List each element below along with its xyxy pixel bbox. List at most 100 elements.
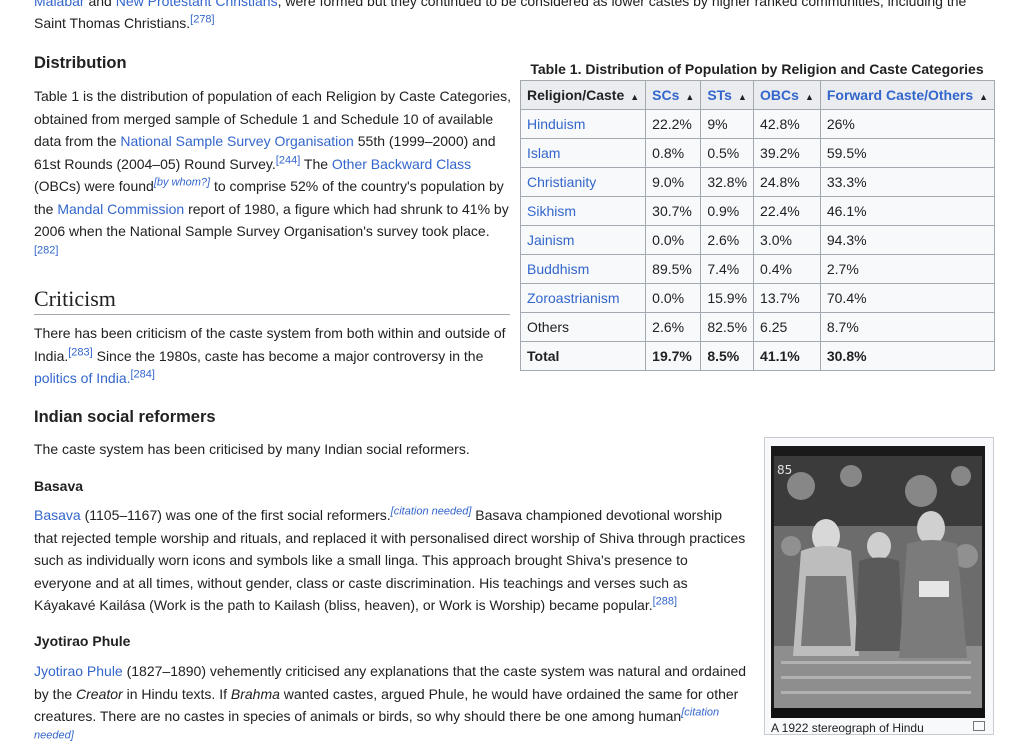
intro-continuation: Malabar and New Protestant Christians, w… [34,0,994,13]
ref-284[interactable]: [284] [131,368,155,380]
cell-sts: 82.5% [700,312,755,342]
cell-sts: 0.9% [700,196,755,226]
enlarge-icon[interactable] [973,721,985,731]
header-link-forward-caste[interactable]: Forward Caste/Others [827,87,973,103]
sort-arrows-icon[interactable]: ▲︎ [805,92,814,102]
total-label: Total [519,341,647,371]
sort-arrows-icon[interactable]: ▲︎ [738,92,747,102]
cell-obcs: 22.4% [753,196,821,226]
table-caption: Table 1. Distribution of Population by R… [530,61,984,77]
religion-link[interactable]: Christianity [527,174,596,190]
cell-forward: 30.8% [819,341,996,371]
heading-indian-social-reformers: Indian social reformers [34,408,216,426]
cell-scs: 0.8% [645,138,702,168]
link-new-protestant-christians[interactable]: New Protestant Christians [116,0,278,9]
column-header-obcs[interactable]: OBCs ▲︎ [753,80,821,110]
cell-sts: 7.4% [700,254,755,284]
note-citation-needed[interactable]: [citation needed] [391,505,472,517]
cell-forward: 59.5% [819,138,996,168]
cell-obcs: 41.1% [753,341,821,371]
ref-283[interactable]: [283] [68,346,92,358]
cell-forward: 94.3% [819,225,996,255]
table-row: Buddhism 89.5% 7.4% 0.4% 2.7% [519,254,996,284]
header-link-sts[interactable]: STs [707,87,732,103]
sort-arrows-icon[interactable]: ▲︎ [979,92,988,102]
note-by-whom[interactable]: [by whom?] [154,176,210,188]
column-header-sts[interactable]: STs ▲︎ [700,80,755,110]
religion-link[interactable]: Jainism [527,232,574,248]
cell-sts: 32.8% [700,167,755,197]
cell-forward: 8.7% [819,312,996,342]
photo-number: 85 [777,463,792,477]
column-header-religion[interactable]: Religion/Caste ▲︎ [519,80,647,110]
column-header-scs[interactable]: SCs ▲︎ [645,80,702,110]
link-basava[interactable]: Basava [34,507,81,523]
cell-sts: 9% [700,109,755,139]
cell-obcs: 24.8% [753,167,821,197]
link-nsso[interactable]: National Sample Survey Organisation [120,133,353,149]
cell-obcs: 0.4% [753,254,821,284]
ref-278[interactable]: [278] [190,13,214,25]
ref-244[interactable]: [244] [276,154,300,166]
column-header-forward-caste[interactable]: Forward Caste/Others ▲︎ [819,80,996,110]
cell-scs: 0.0% [645,225,702,255]
table-row: Christianity 9.0% 32.8% 24.8% 33.3% [519,167,996,197]
table-row: Islam 0.8% 0.5% 39.2% 59.5% [519,138,996,168]
cell-sts: 8.5% [700,341,755,371]
header-label: Religion/Caste [527,87,625,103]
heading-jyotirao-phule: Jyotirao Phule [34,633,131,649]
religion-link[interactable]: Buddhism [527,261,589,277]
ref-282[interactable]: [282] [34,244,58,256]
cell-scs: 9.0% [645,167,702,197]
text: Since the 1980s, caste has become a majo… [92,347,484,364]
table-row: Hinduism 22.2% 9% 42.8% 26% [519,109,996,139]
image-thumbnail: 85 A 1922 stereograph of Hindu [764,437,994,735]
table-row: Zoroastrianism 0.0% 15.9% 13.7% 70.4% [519,283,996,313]
distribution-table: Religion/Caste ▲︎ SCs ▲︎ STs ▲︎ OBCs ▲︎ Forw… [519,80,996,371]
table-row: Jainism 0.0% 2.6% 3.0% 94.3% [519,225,996,255]
header-link-obcs[interactable]: OBCs [760,87,799,103]
cell-forward: 33.3% [819,167,996,197]
cell-obcs: 3.0% [753,225,821,255]
link-malabar[interactable]: Malabar [34,0,85,9]
religion-link[interactable]: Zoroastrianism [527,290,620,306]
cell-obcs: 39.2% [753,138,821,168]
reformers-intro: The caste system has been criticised by … [34,441,470,457]
cell-forward: 70.4% [819,283,996,313]
text: and [84,0,116,9]
heading-basava: Basava [34,478,84,494]
religion-link[interactable]: Islam [527,145,560,161]
cell-forward: 46.1% [819,196,996,226]
link-other-backward-class[interactable]: Other Backward Class [332,156,471,172]
link-jyotirao-phule[interactable]: Jyotirao Phule [34,663,123,679]
heading-criticism: Criticism [34,286,116,311]
religion-link[interactable]: Sikhism [527,203,576,219]
cell-sts: 15.9% [700,283,755,313]
cell-sts: 0.5% [700,138,755,168]
stereograph-illustration: 85 [771,446,985,718]
intro-continuation-line2: Saint Thomas Christians.[278] [34,12,215,35]
basava-paragraph: Basava (1105–1167) was one of the first … [34,504,746,617]
heading-distribution: Distribution [34,54,127,72]
ref-288[interactable]: [288] [653,595,677,607]
cell-sts: 2.6% [700,225,755,255]
link-mandal-commission[interactable]: Mandal Commission [57,201,184,217]
distribution-paragraph: Table 1 is the distribution of populatio… [34,85,514,265]
cell-scs: 2.6% [645,312,702,342]
header-link-scs[interactable]: SCs [652,87,679,103]
link-politics-of-india[interactable]: politics of India. [34,370,131,386]
cell-scs: 19.7% [645,341,702,371]
text-creator: Creator [76,685,123,702]
text: The [300,155,332,172]
sort-arrows-icon[interactable]: ▲︎ [630,92,639,102]
stereograph-photo[interactable]: 85 [771,446,985,718]
religion-link[interactable]: Hinduism [527,116,585,132]
cell-obcs: 42.8% [753,109,821,139]
cell-scs: 0.0% [645,283,702,313]
sort-arrows-icon[interactable]: ▲︎ [685,92,694,102]
cell-scs: 89.5% [645,254,702,284]
text: (OBCs) were found [34,178,154,194]
text: in Hindu texts. If [122,685,231,702]
table-row: Sikhism 30.7% 0.9% 22.4% 46.1% [519,196,996,226]
table-total-row: Total 19.7% 8.5% 41.1% 30.8% [519,341,996,371]
